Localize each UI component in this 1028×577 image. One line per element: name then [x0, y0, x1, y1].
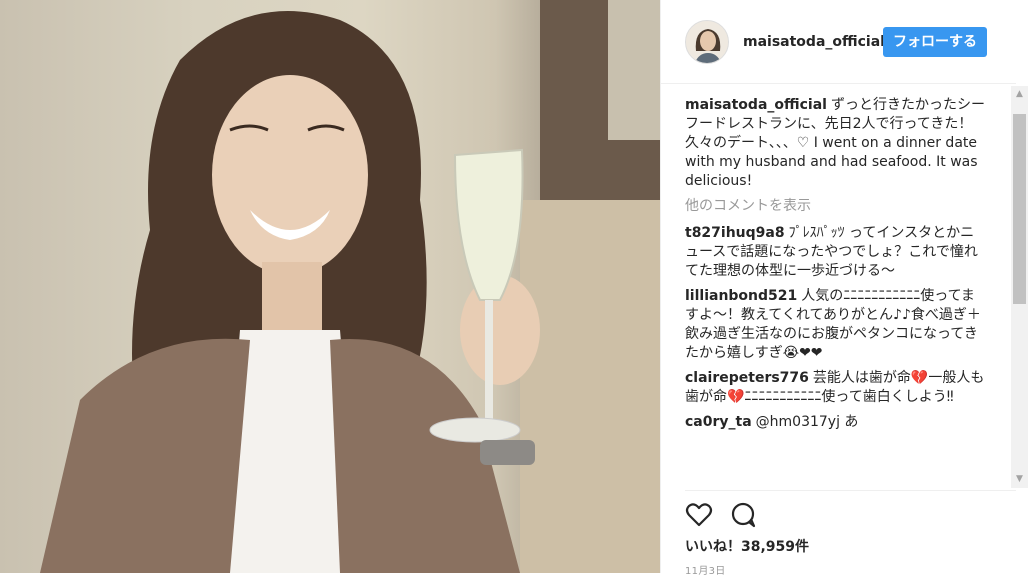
- comment-username[interactable]: ca0ry_ta: [685, 414, 752, 430]
- post-photo[interactable]: [0, 0, 660, 573]
- caption: maisatoda_official ずっと行きたかったシーフードレストランに、先…: [685, 96, 985, 191]
- photo-illustration: [40, 0, 660, 573]
- action-bar: [685, 490, 1016, 531]
- comment-text: @hm0317yj あ: [755, 414, 859, 430]
- view-more-comments-link[interactable]: 他のコメントを表示: [685, 197, 985, 216]
- caption-username[interactable]: maisatoda_official: [685, 97, 827, 113]
- likes-count[interactable]: いいね！38,959件: [685, 536, 809, 556]
- avatar[interactable]: [685, 19, 729, 64]
- comment-icon[interactable]: [729, 501, 757, 529]
- post-date[interactable]: 11月3日: [685, 562, 726, 577]
- instagram-post: maisatoda_official フォローする maisatoda_offi…: [0, 0, 1028, 577]
- heart-icon[interactable]: [685, 501, 713, 529]
- comment-item: ca0ry_ta @hm0317yj あ: [685, 413, 985, 432]
- header-username[interactable]: maisatoda_official: [743, 34, 883, 50]
- post-header: maisatoda_official フォローする: [661, 0, 1016, 84]
- comment-item: t827ihuq9a8 ﾌﾟﾚｽﾊﾟｯﾂ ってインスタとかニュースで話題になったや…: [685, 224, 985, 281]
- comment-username[interactable]: t827ihuq9a8: [685, 225, 785, 241]
- comment-item: lillianbond521 人気のﾆﾆﾆﾆﾆﾆﾆﾆﾆﾆﾆ使ってますよ〜！教えてく…: [685, 287, 985, 363]
- chevron-down-icon[interactable]: ▼: [1011, 471, 1028, 488]
- avatar-image: [686, 20, 728, 63]
- post-side-panel: maisatoda_official フォローする maisatoda_offi…: [660, 0, 1028, 577]
- comments-list: maisatoda_official ずっと行きたかったシーフードレストランに、先…: [685, 96, 985, 488]
- comments-scrollbar[interactable]: ▲ ▼: [1011, 86, 1028, 488]
- chevron-up-icon[interactable]: ▲: [1011, 86, 1028, 103]
- comment-username[interactable]: lillianbond521: [685, 288, 797, 304]
- comment-username[interactable]: clairepeters776: [685, 370, 809, 386]
- follow-button[interactable]: フォローする: [883, 26, 987, 57]
- comment-item: clairepeters776 芸能人は歯が命💔一般人も歯が命💔ﾆﾆﾆﾆﾆﾆﾆﾆﾆ…: [685, 369, 985, 407]
- scrollbar-thumb[interactable]: [1013, 114, 1026, 304]
